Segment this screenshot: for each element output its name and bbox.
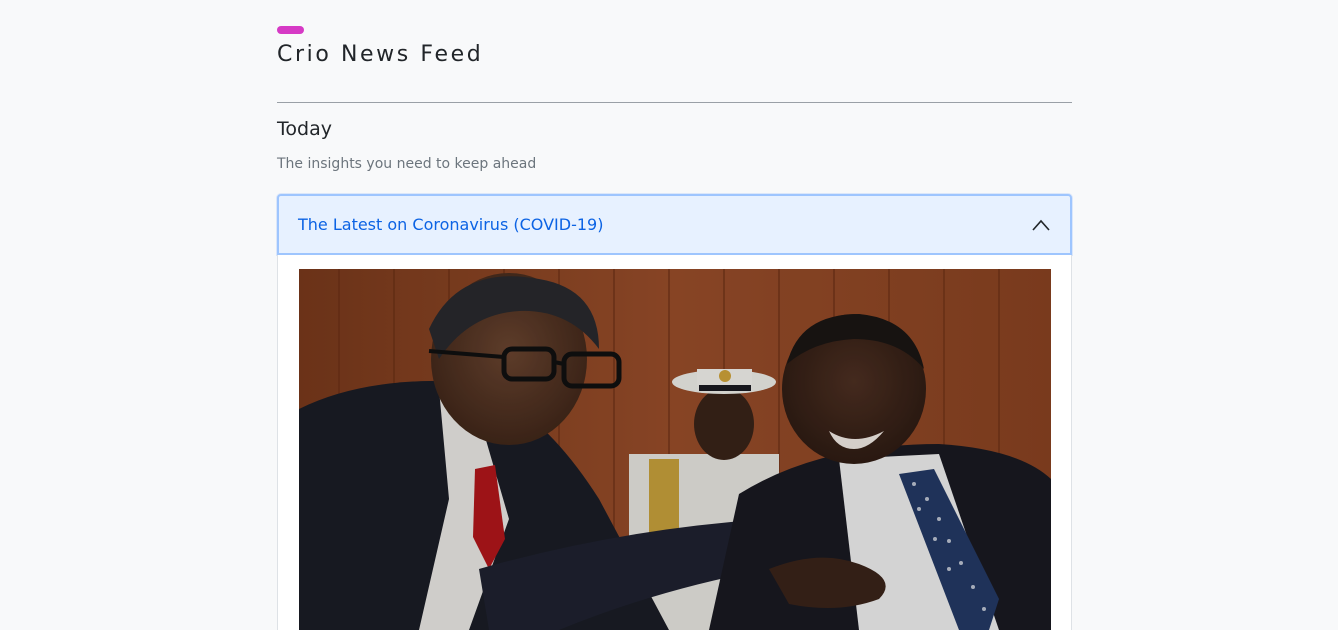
section-heading: Today — [277, 118, 332, 140]
page-title: Crio News Feed — [277, 42, 484, 67]
news-accordion: The Latest on Coronavirus (COVID-19) — [277, 194, 1072, 630]
news-photo[interactable] — [299, 269, 1051, 630]
chevron-up-icon — [1032, 219, 1050, 231]
brand-accent-bar — [277, 26, 304, 34]
accordion-body — [277, 255, 1072, 630]
header-divider — [277, 102, 1072, 103]
accordion-toggle-button[interactable]: The Latest on Coronavirus (COVID-19) — [277, 194, 1072, 255]
section-subtitle: The insights you need to keep ahead — [277, 156, 537, 172]
accordion-title: The Latest on Coronavirus (COVID-19) — [298, 215, 604, 234]
